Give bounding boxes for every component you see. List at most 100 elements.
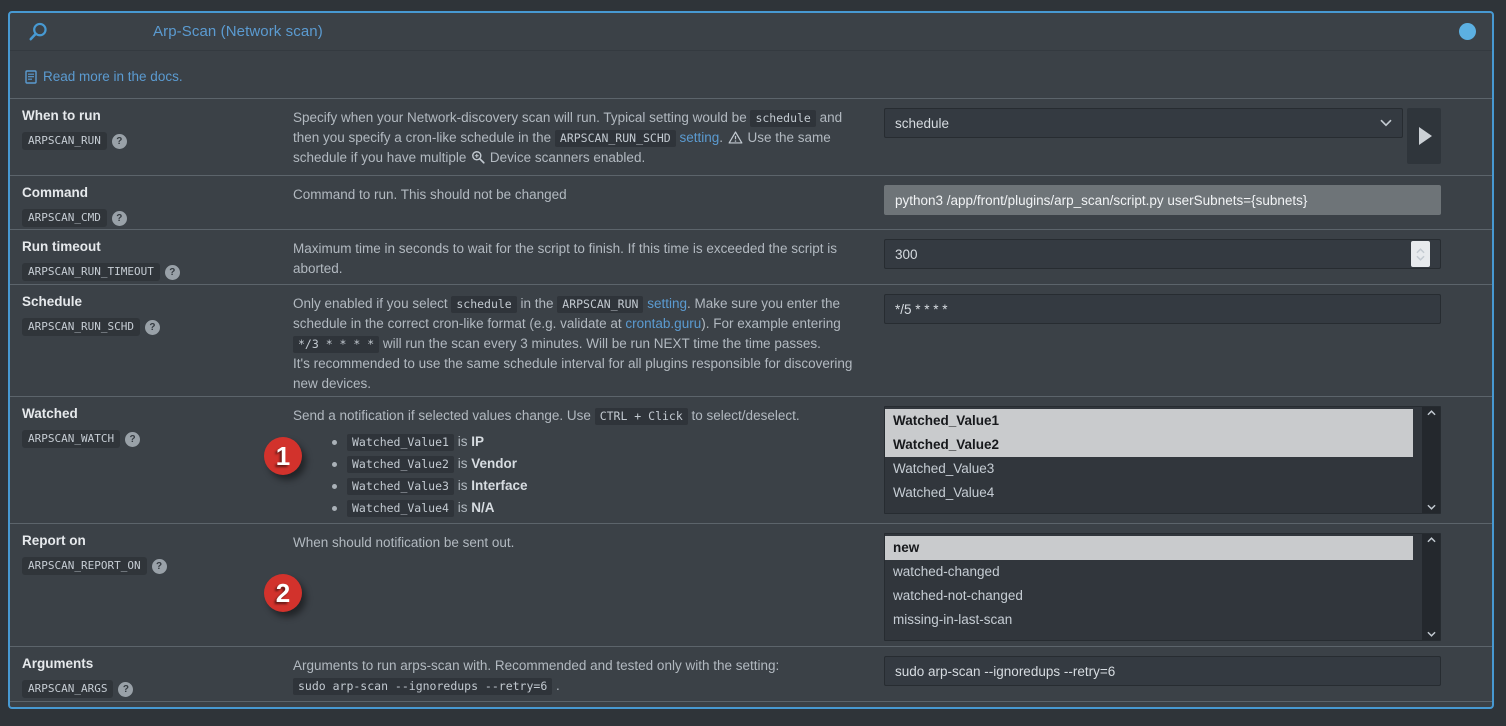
- bullet-value: Interface: [471, 478, 527, 493]
- setting-row-command: Command ARPSCAN_CMD? Command to run. This …: [10, 176, 1492, 230]
- setting-key: ARPSCAN_CMD: [22, 209, 107, 227]
- chevron-down-small: [1427, 631, 1436, 637]
- setting-key: ARPSCAN_ARGS: [22, 680, 113, 698]
- setting-key: ARPSCAN_REPORT_ON: [22, 557, 147, 575]
- plugin-status-indicator[interactable]: [1459, 23, 1476, 40]
- inline-code: ARPSCAN_RUN_SCHD: [555, 130, 676, 147]
- help-icon[interactable]: ?: [145, 320, 160, 335]
- settings-rows: When to run ARPSCAN_RUN? Specify when your…: [10, 99, 1492, 702]
- setting-label: Command: [22, 185, 286, 200]
- inline-code: schedule: [451, 296, 516, 313]
- book-icon: [25, 70, 37, 84]
- input-value: 300: [895, 247, 918, 262]
- list-item: Watched_Value3 is Interface: [330, 475, 862, 497]
- setting-description: Command to run. This should not be chang…: [286, 176, 876, 229]
- inline-code: Watched_Value1: [347, 434, 454, 451]
- help-icon[interactable]: ?: [165, 265, 180, 280]
- report-on-listbox: newwatched-changedwatched-not-changedmis…: [884, 533, 1441, 641]
- inline-code: ARPSCAN_RUN: [557, 296, 643, 313]
- when-to-run-select[interactable]: schedule: [884, 108, 1403, 138]
- setting-row-when-to-run: When to run ARPSCAN_RUN? Specify when your…: [10, 99, 1492, 176]
- option-watched-changed[interactable]: watched-changed: [885, 560, 1413, 584]
- step-badge-2: 2: [264, 574, 302, 612]
- option-Watched_Value4[interactable]: Watched_Value4: [885, 481, 1413, 505]
- list-item: Watched_Value2 is Vendor: [330, 453, 862, 475]
- zoom-in-icon: [471, 150, 485, 164]
- inline-link[interactable]: setting: [647, 296, 687, 311]
- docs-link[interactable]: Read more in the docs.: [24, 69, 183, 84]
- inline-code: Watched_Value2: [347, 456, 454, 473]
- help-icon[interactable]: ?: [125, 432, 140, 447]
- input-value: python3 /app/front/plugins/arp_scan/scri…: [895, 193, 1307, 208]
- arguments-input[interactable]: sudo arp-scan --ignoredups --retry=6: [884, 656, 1441, 686]
- setting-row-report-on: Report on ARPSCAN_REPORT_ON? When should n…: [10, 524, 1492, 647]
- input-value: sudo arp-scan --ignoredups --retry=6: [895, 664, 1115, 679]
- setting-label: Run timeout: [22, 239, 286, 254]
- run-timeout-input[interactable]: 300: [884, 239, 1441, 269]
- option-Watched_Value2[interactable]: Watched_Value2: [885, 433, 1413, 457]
- inline-code: schedule: [750, 110, 815, 127]
- setting-description: Only enabled if you select schedule in t…: [286, 285, 876, 396]
- setting-description: Arguments to run arps-scan with. Recomme…: [286, 647, 876, 701]
- option-new[interactable]: new: [885, 536, 1413, 560]
- inline-link[interactable]: setting: [679, 130, 719, 145]
- setting-row-run-timeout: Run timeout ARPSCAN_RUN_TIMEOUT? Maximum t…: [10, 230, 1492, 285]
- inline-code: Watched_Value4: [347, 500, 454, 517]
- option-watched-not-changed[interactable]: watched-not-changed: [885, 584, 1413, 608]
- setting-label: Arguments: [22, 656, 286, 671]
- search-icon[interactable]: [28, 21, 49, 42]
- inline-link[interactable]: crontab.guru: [625, 316, 701, 331]
- setting-key: ARPSCAN_WATCH: [22, 430, 120, 448]
- watched-values-list: Watched_Value1 is IPWatched_Value2 is Ve…: [330, 431, 862, 519]
- command-input: python3 /app/front/plugins/arp_scan/scri…: [884, 185, 1441, 215]
- schedule-input[interactable]: */5 * * * *: [884, 294, 1441, 324]
- bullet-value: IP: [471, 434, 484, 449]
- listbox-scrollbar[interactable]: [1422, 407, 1440, 513]
- play-icon: [1419, 127, 1432, 145]
- plugin-settings-panel: Arp-Scan (Network scan) Read more in the…: [8, 11, 1494, 709]
- setting-key: ARPSCAN_RUN_SCHD: [22, 318, 140, 336]
- setting-description: Specify when your Network-discovery scan…: [286, 99, 876, 175]
- list-item: Watched_Value4 is N/A: [330, 497, 862, 519]
- chevron-down-icon: [1380, 119, 1392, 127]
- inline-code: sudo arp-scan --ignoredups --retry=6: [293, 678, 552, 695]
- help-icon[interactable]: ?: [152, 559, 167, 574]
- setting-row-watched: Watched ARPSCAN_WATCH? Send a notification…: [10, 397, 1492, 524]
- page-title: Arp-Scan (Network scan): [153, 23, 323, 40]
- setting-label: Report on: [22, 533, 286, 548]
- inline-code: */3 * * * *: [293, 336, 379, 353]
- list-item: Watched_Value1 is IP: [330, 431, 862, 453]
- bullet-value: N/A: [471, 500, 494, 515]
- setting-key: ARPSCAN_RUN: [22, 132, 107, 150]
- run-plugin-button[interactable]: [1407, 108, 1441, 164]
- step-badge-1: 1: [264, 437, 302, 475]
- option-Watched_Value1[interactable]: Watched_Value1: [885, 409, 1413, 433]
- input-value: */5 * * * *: [895, 302, 948, 317]
- option-Watched_Value3[interactable]: Watched_Value3: [885, 457, 1413, 481]
- chevron-up-small: [1427, 537, 1436, 543]
- number-stepper[interactable]: [1411, 241, 1430, 267]
- help-icon[interactable]: ?: [112, 211, 127, 226]
- panel-header: Arp-Scan (Network scan): [10, 13, 1492, 51]
- setting-label: Watched: [22, 406, 286, 421]
- setting-row-schedule: Schedule ARPSCAN_RUN_SCHD? Only enabled if…: [10, 285, 1492, 397]
- help-icon[interactable]: ?: [118, 682, 133, 697]
- chevron-down-small: [1427, 504, 1436, 510]
- setting-description: Send a notification if selected values c…: [286, 397, 876, 523]
- chevron-up-small: [1427, 410, 1436, 416]
- inline-code: Watched_Value3: [347, 478, 454, 495]
- setting-key: ARPSCAN_RUN_TIMEOUT: [22, 263, 160, 281]
- setting-row-arguments: Arguments ARPSCAN_ARGS? Arguments to run a…: [10, 647, 1492, 702]
- watched-listbox: Watched_Value1Watched_Value2Watched_Valu…: [884, 406, 1441, 514]
- chevron-up-small: [1416, 248, 1425, 254]
- inline-code: CTRL + Click: [595, 408, 688, 425]
- setting-label: When to run: [22, 108, 286, 123]
- setting-description: Maximum time in seconds to wait for the …: [286, 230, 876, 284]
- setting-label: Schedule: [22, 294, 286, 309]
- listbox-scrollbar[interactable]: [1422, 534, 1440, 640]
- warning-icon: [728, 131, 743, 144]
- setting-description: When should notification be sent out.: [286, 524, 876, 646]
- chevron-down-small: [1416, 255, 1425, 261]
- help-icon[interactable]: ?: [112, 134, 127, 149]
- option-missing-in-last-scan[interactable]: missing-in-last-scan: [885, 608, 1413, 632]
